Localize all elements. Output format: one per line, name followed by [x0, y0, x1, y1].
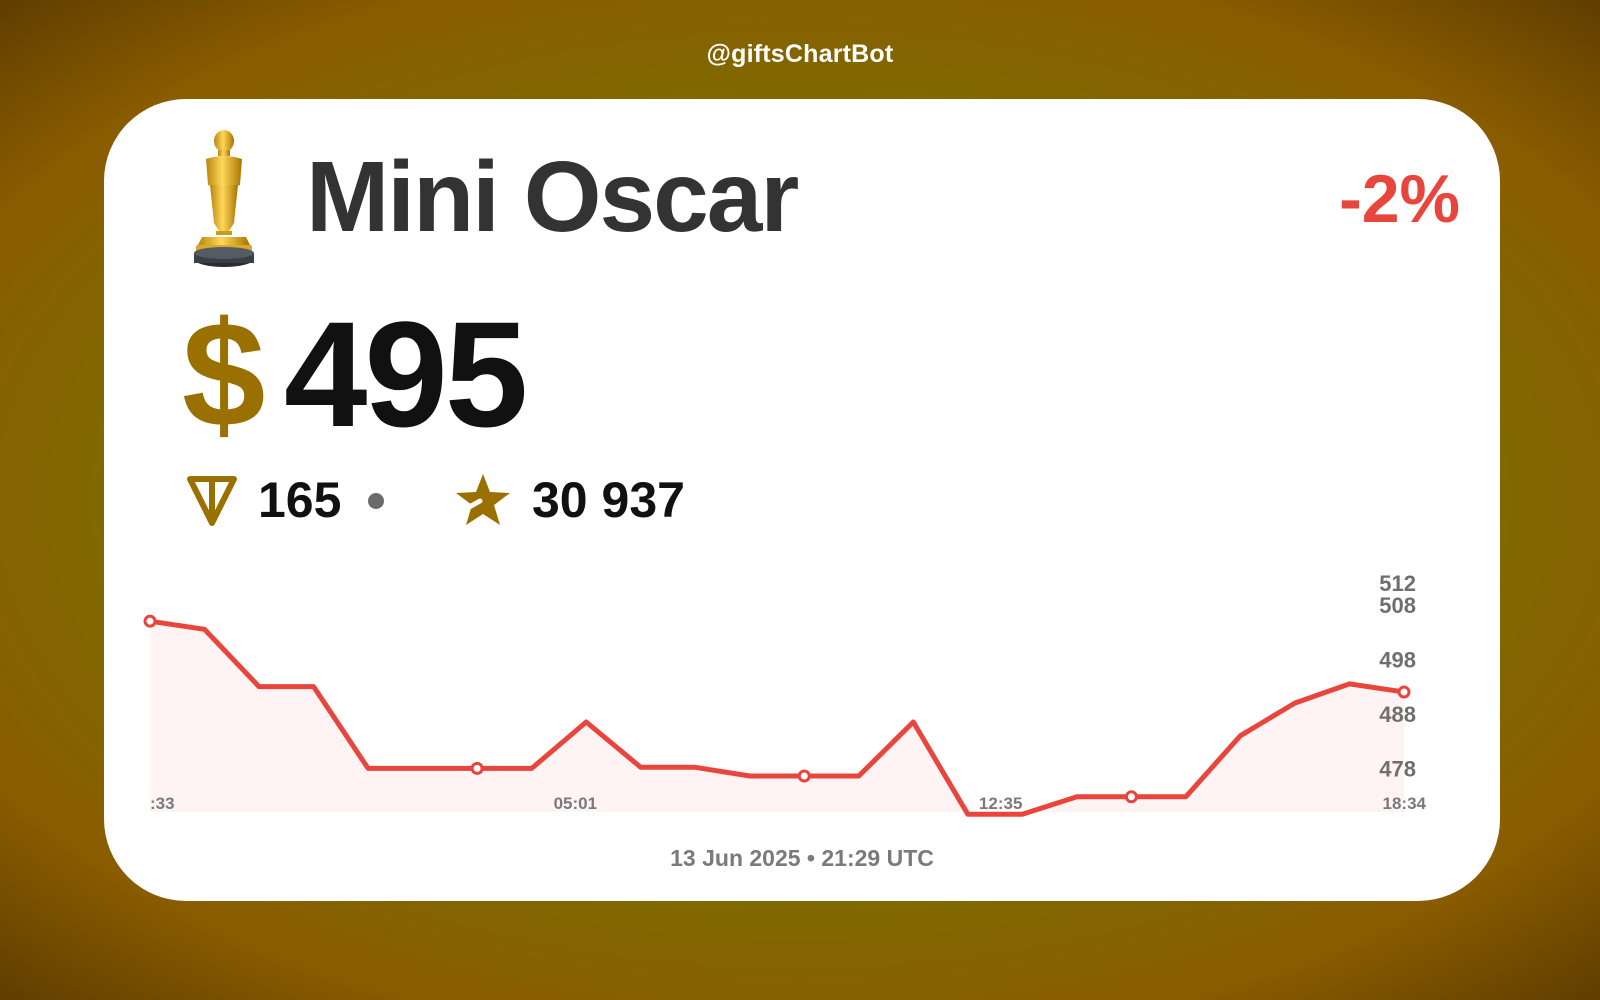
ton-icon [187, 476, 237, 526]
oscar-statuette-icon [194, 130, 254, 267]
y-tick-label-508: 508 [1379, 593, 1416, 618]
chart-point-marker-4 [1397, 685, 1411, 699]
gift-card: Mini Oscar -2% $ 495 165 30 937 478 488 49… [104, 99, 1500, 901]
x-tick-label-0: :33 [150, 794, 175, 813]
y-tick-label-478: 478 [1379, 756, 1416, 781]
y-tick-label-488: 488 [1379, 702, 1416, 727]
price-change-percent: -2% [1339, 161, 1460, 237]
chart-area-fill [150, 621, 1404, 815]
chart-point-marker-1 [470, 761, 484, 775]
x-tick-label-2: 12:35 [979, 794, 1022, 813]
snapshot-date: 13 Jun 2025 • 21:29 UTC [670, 845, 934, 871]
star-icon [456, 474, 510, 525]
alt-prices: 165 30 937 [182, 469, 882, 539]
price-chart: 478 488 498 508512 :33 05:01 12:35 18:34 [143, 571, 1427, 817]
usd-price-value: 495 [284, 290, 528, 458]
bot-handle: @giftsChartBot [706, 40, 894, 68]
chart-point-marker-3 [1124, 790, 1138, 804]
chart-point-marker-0 [143, 614, 157, 628]
y-tick-label-512: 512 [1379, 571, 1416, 596]
ton-price-value: 165 [258, 472, 342, 528]
stars-price-value: 30 937 [532, 472, 685, 528]
x-tick-label-3: 18:34 [1383, 794, 1427, 813]
separator-dot [368, 493, 384, 509]
chart-point-marker-2 [797, 769, 811, 783]
gift-name: Mini Oscar [306, 141, 799, 253]
x-tick-label-1: 05:01 [554, 794, 597, 813]
y-tick-label-498: 498 [1379, 647, 1416, 672]
dollar-sign: $ [182, 290, 266, 458]
